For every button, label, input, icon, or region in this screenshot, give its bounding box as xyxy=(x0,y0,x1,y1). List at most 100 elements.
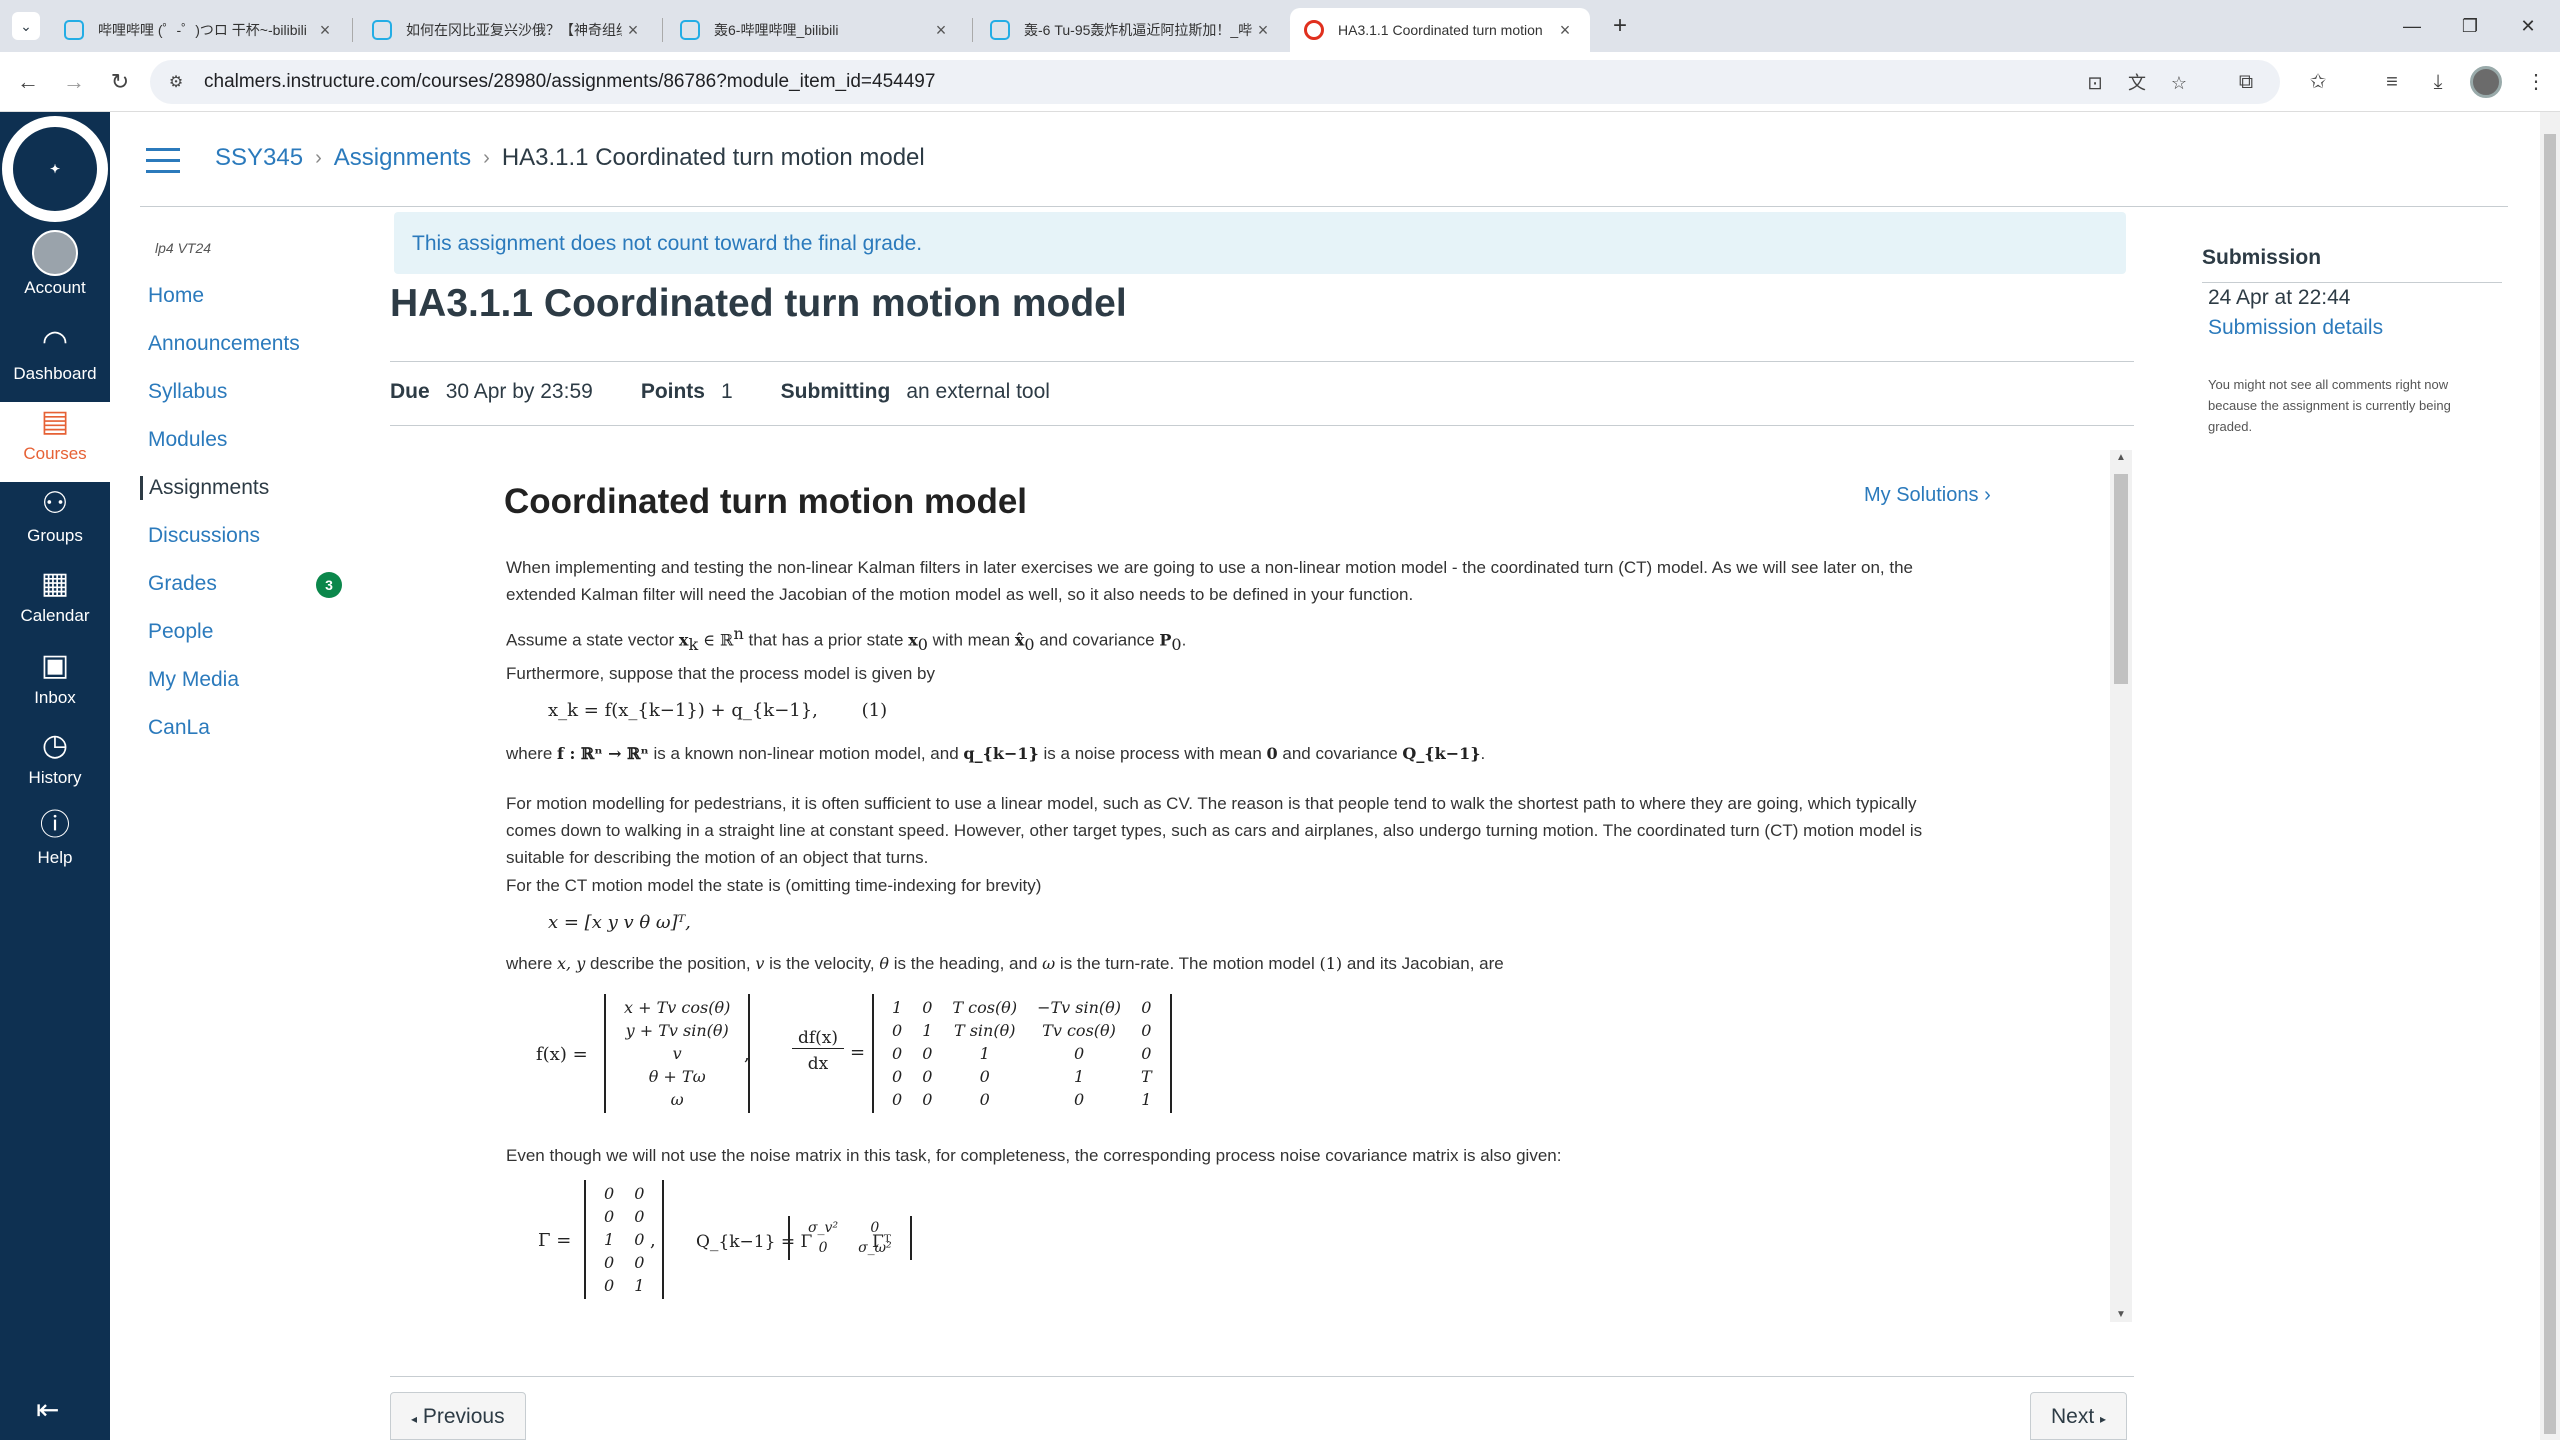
window-close-icon[interactable]: ✕ xyxy=(2508,10,2548,42)
grade-alert-banner: This assignment does not count toward th… xyxy=(394,212,2126,274)
frame-scrollbar[interactable]: ▲ ▼ xyxy=(2110,450,2132,1322)
global-nav-dashboard[interactable]: ◠ Dashboard xyxy=(0,322,110,402)
scrollbar-thumb[interactable] xyxy=(2114,474,2128,684)
install-icon[interactable]: ⊡ xyxy=(2082,70,2108,96)
url-text[interactable]: chalmers.instructure.com/courses/28980/a… xyxy=(204,71,935,93)
breadcrumb-assignments-link[interactable]: Assignments xyxy=(334,144,471,172)
text: Assume a state vector xyxy=(506,630,679,650)
global-nav-inbox[interactable]: ▣ Inbox xyxy=(0,646,110,726)
tab-label: 哔哩哔哩 (゜-゜)つロ 干杯~-bilibili xyxy=(98,22,307,38)
global-nav-groups[interactable]: ⚇ Groups xyxy=(0,484,110,564)
course-nav-grades[interactable]: Grades xyxy=(148,572,217,596)
close-icon[interactable]: × xyxy=(1554,20,1576,41)
course-nav-discussions[interactable]: Discussions xyxy=(148,524,260,548)
jacobian-denominator: dx xyxy=(807,1054,829,1074)
browser-tab-active[interactable]: HA3.1.1 Coordinated turn motion × xyxy=(1290,8,1590,52)
submission-details-link[interactable]: Submission details xyxy=(2208,316,2383,340)
course-nav-announcements[interactable]: Announcements xyxy=(148,332,300,356)
course-nav-my-media[interactable]: My Media xyxy=(148,668,239,692)
global-nav-history[interactable]: ◷ History xyxy=(0,726,110,806)
history-icon: ◷ xyxy=(41,729,69,762)
previous-button[interactable]: ◂ Previous xyxy=(390,1392,526,1440)
text: is a known non-linear motion model, and xyxy=(648,744,964,763)
browser-tab-2[interactable]: 如何在冈比亚复兴沙俄？【神奇组织 × xyxy=(358,8,658,52)
url-omnibox[interactable]: ⚙ chalmers.instructure.com/courses/28980… xyxy=(150,60,2280,104)
course-nav-assignments[interactable]: Assignments xyxy=(140,476,269,500)
star-icon[interactable]: ☆ xyxy=(2166,70,2192,96)
bookmark-icon[interactable]: ✩ xyxy=(2302,66,2334,98)
tab-label: 如何在冈比亚复兴沙俄？【神奇组织 xyxy=(406,22,622,38)
close-icon[interactable]: × xyxy=(314,20,336,41)
global-nav-courses[interactable]: ▤ Courses xyxy=(0,402,110,482)
extensions-icon[interactable]: ⧉ xyxy=(2230,66,2262,98)
math: 0 xyxy=(1024,635,1035,655)
matrix-cell: 0 xyxy=(634,1253,645,1272)
close-icon[interactable]: × xyxy=(1252,20,1274,41)
browser-tab-1[interactable]: 哔哩哔哩 (゜-゜)つロ 干杯~-bilibili × xyxy=(50,8,350,52)
global-nav-account[interactable]: Account xyxy=(0,230,110,310)
course-nav-syllabus[interactable]: Syllabus xyxy=(148,380,227,404)
matrix-cell: 0 xyxy=(892,1067,903,1086)
breadcrumb-course-link[interactable]: SSY345 xyxy=(215,144,303,172)
minimize-icon[interactable]: — xyxy=(2392,10,2432,42)
matrix-cell: T cos(θ) xyxy=(952,998,1018,1017)
new-tab-plus-icon[interactable]: + xyxy=(1604,10,1636,42)
back-icon[interactable]: ← xyxy=(12,66,44,98)
page-scrollbar[interactable] xyxy=(2540,112,2560,1440)
university-logo[interactable]: ✦ xyxy=(2,116,108,222)
global-nav-help[interactable]: ⓘ Help xyxy=(0,806,110,886)
browser-tab-4[interactable]: 轰-6 Tu-95轰炸机逼近阿拉斯加！_哔 × xyxy=(976,8,1288,52)
equals-sign: = xyxy=(850,1042,866,1063)
close-icon[interactable]: × xyxy=(622,20,644,41)
course-menu-toggle-icon[interactable] xyxy=(146,148,180,174)
forward-icon[interactable]: → xyxy=(58,66,90,98)
scroll-down-icon[interactable]: ▼ xyxy=(2110,1309,2132,1320)
more-menu-icon[interactable]: ⋮ xyxy=(2520,66,2552,98)
tab-label: HA3.1.1 Coordinated turn motion xyxy=(1338,22,1543,38)
scrollbar-thumb[interactable] xyxy=(2544,134,2556,1434)
text: where xyxy=(506,954,558,973)
translate-icon[interactable]: 文 xyxy=(2124,70,2150,96)
close-icon[interactable]: × xyxy=(930,20,952,41)
due-label: Due xyxy=(390,380,430,403)
text: is the velocity, xyxy=(764,954,880,973)
math: (1) xyxy=(1319,954,1343,973)
browser-tab-3[interactable]: 轰6-哔哩哔哩_bilibili × xyxy=(666,8,966,52)
motion-model-paragraph: where f : ℝⁿ → ℝⁿ is a known non-linear … xyxy=(506,740,1936,767)
course-nav-people[interactable]: People xyxy=(148,620,213,644)
restore-icon[interactable]: ❐ xyxy=(2450,10,2490,42)
math: P xyxy=(1159,630,1172,650)
text: that has a prior state xyxy=(743,630,909,650)
tab-search-menu-icon[interactable]: ⌄ xyxy=(12,12,40,40)
equation-text: x_k = f(x_{k−1}) + q_{k−1}, xyxy=(548,700,818,721)
global-nav-calendar[interactable]: ▦ Calendar xyxy=(0,564,110,644)
text: with mean xyxy=(927,630,1015,650)
global-navigation: ✦ Account ◠ Dashboard ▤ Courses ⚇ Groups… xyxy=(0,112,110,1440)
next-label: Next xyxy=(2051,1405,2095,1428)
tab-separator xyxy=(352,18,353,42)
process-model-paragraph: Furthermore, suppose that the process mo… xyxy=(506,664,935,683)
reload-icon[interactable]: ↻ xyxy=(104,66,136,98)
submitting-label: Submitting xyxy=(780,380,891,403)
tab-separator xyxy=(662,18,663,42)
scroll-up-icon[interactable]: ▲ xyxy=(2110,452,2132,463)
my-solutions-link[interactable]: My Solutions › xyxy=(1864,484,1991,507)
matrix-cell: y + Tv sin(θ) xyxy=(625,1021,729,1040)
matrix-cell: 0 xyxy=(604,1276,615,1295)
state-description-paragraph: where x, y describe the position, v is t… xyxy=(506,950,1936,977)
course-nav-canla[interactable]: CanLa xyxy=(148,716,210,740)
profile-avatar[interactable] xyxy=(2470,66,2502,98)
collapse-nav-icon[interactable]: ⇤ xyxy=(36,1393,59,1426)
next-button[interactable]: Next ▸ xyxy=(2030,1392,2128,1440)
assignment-details: Due 30 Apr by 23:59 Points 1 Submitting … xyxy=(390,380,1098,404)
math: Q_{k−1} xyxy=(1402,744,1481,763)
download-icon[interactable]: ⤓ xyxy=(2422,66,2454,98)
media-icon[interactable]: ≡ xyxy=(2376,66,2408,98)
points-label: Points xyxy=(640,380,705,403)
course-nav-home[interactable]: Home xyxy=(148,284,204,308)
gamma-table: 00 00 10 00 01 xyxy=(594,1182,654,1297)
jacobian-matrix: 10T cos(θ) −Tv sin(θ) 0 01T sin(θ) Tv cos(θ… xyxy=(872,994,1172,1113)
site-settings-icon[interactable]: ⚙ xyxy=(166,72,186,92)
course-nav-modules[interactable]: Modules xyxy=(148,428,227,452)
matrix-cell: 1 xyxy=(892,998,903,1017)
